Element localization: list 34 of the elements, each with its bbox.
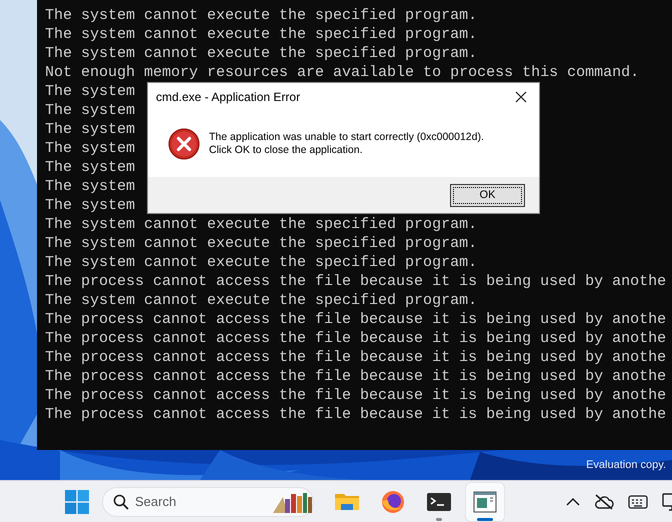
console-line: The system xyxy=(45,139,136,158)
console-line: The system cannot execute the specified program. xyxy=(45,215,478,234)
search-icon xyxy=(113,494,129,510)
keyboard-icon[interactable] xyxy=(628,494,648,508)
console-line: The system xyxy=(45,82,136,101)
console-line: The system xyxy=(45,120,136,139)
chevron-up-icon[interactable] xyxy=(566,496,580,506)
console-line: The process cannot access the file because it is being used by anothe xyxy=(45,329,666,348)
console-line: The process cannot access the file because it is being used by anothe xyxy=(45,367,666,386)
console-line: The system xyxy=(45,101,136,120)
console-line: The process cannot access the file because it is being used by anothe xyxy=(45,405,666,424)
search-field[interactable]: Search xyxy=(102,486,314,516)
console-line: The system cannot execute the specified program. xyxy=(45,6,478,25)
cloud-off-icon[interactable] xyxy=(594,492,614,510)
console-line: The process cannot access the file because it is being used by anothe xyxy=(45,310,666,329)
console-line: The system cannot execute the specified program. xyxy=(45,25,478,44)
dialog-title: cmd.exe - Application Error xyxy=(156,90,300,104)
taskbar-app[interactable] xyxy=(466,482,504,520)
console-line: The system cannot execute the specified program. xyxy=(45,44,478,63)
console-line: The system xyxy=(45,177,136,196)
books-icon xyxy=(271,490,313,512)
console-line: Not enough memory resources are available to process this command. xyxy=(45,63,640,82)
error-icon xyxy=(168,128,200,160)
console-line: The system cannot execute the specified program. xyxy=(45,253,478,272)
error-message: The application was unable to start correctly (0xc000012d). Click OK to close the application. xyxy=(209,130,484,156)
console-line: The system xyxy=(45,158,136,177)
console-line: The process cannot access the file because it is being used by anothe xyxy=(45,348,666,367)
console-line: The system cannot execute the specified program. xyxy=(45,234,478,253)
console-line: The system xyxy=(45,196,136,215)
ok-button[interactable]: OK xyxy=(450,184,525,206)
console-line: The system cannot execute the specified program. xyxy=(45,291,478,310)
console-line: The process cannot access the file because it is being used by anothe xyxy=(45,272,666,291)
watermark-text: Evaluation copy. xyxy=(586,459,666,471)
console-line: The process cannot access the file because it is being used by anothe xyxy=(45,386,666,405)
